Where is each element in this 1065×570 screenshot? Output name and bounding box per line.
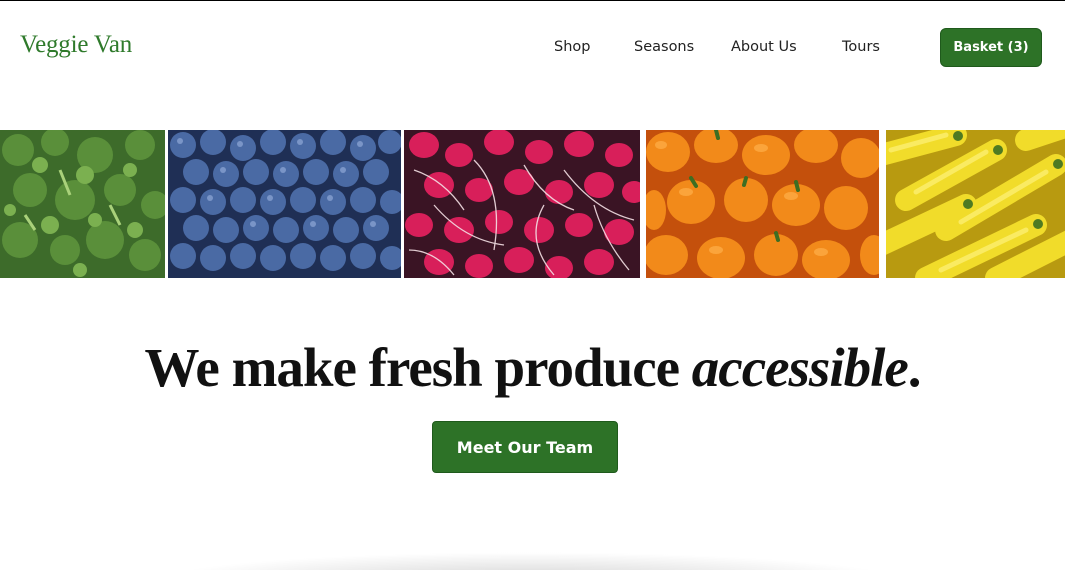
- basket-button[interactable]: Basket (3): [940, 28, 1042, 67]
- yellow-squash-image: [886, 130, 1065, 278]
- nav-about-us[interactable]: About Us: [731, 39, 797, 55]
- radishes-image: [404, 130, 640, 278]
- section-shadow: [150, 552, 910, 570]
- headline-main: We make fresh produce: [144, 337, 692, 398]
- broccoli-image: [0, 130, 165, 278]
- top-border: [0, 0, 1065, 1]
- headline-period: .: [907, 337, 922, 398]
- site-logo[interactable]: Veggie Van: [20, 31, 132, 59]
- headline-emphasis: accessible: [691, 337, 909, 398]
- blueberries-image: [168, 130, 401, 278]
- nav-shop[interactable]: Shop: [554, 39, 590, 55]
- nav-tours[interactable]: Tours: [842, 39, 880, 55]
- bell-peppers-image: [646, 130, 879, 278]
- nav-seasons[interactable]: Seasons: [634, 39, 694, 55]
- meet-our-team-button[interactable]: Meet Our Team: [432, 421, 618, 473]
- hero-headline: We make fresh produce accessible.: [0, 336, 1065, 399]
